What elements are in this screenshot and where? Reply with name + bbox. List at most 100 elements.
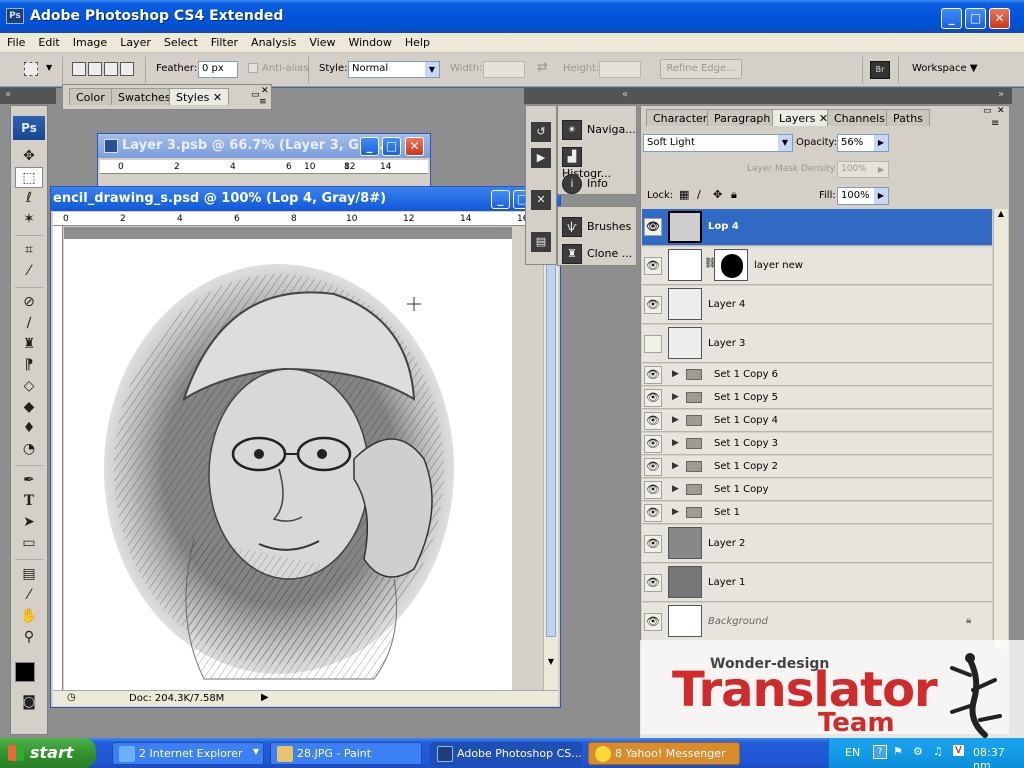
taskbar-photoshop[interactable]: Adobe Photoshop CS... [430,742,582,765]
layer-group-set-1-copy-2[interactable]: 👁︎ ▶ Set 1 Copy 2 [642,456,992,478]
layer-group-set-1-copy-3[interactable]: 👁︎ ▶ Set 1 Copy 3 [642,433,992,455]
layer-name[interactable]: Set 1 Copy 5 [714,392,778,403]
minimize-button[interactable]: _ [941,8,962,29]
preset-dropdown-icon[interactable]: ▼ [46,63,52,72]
eraser-tool-icon[interactable]: ◇ [11,376,47,397]
visibility-eye-icon[interactable]: 👁︎ [644,389,662,407]
blend-mode-select[interactable]: Soft Light ▼ [643,134,793,152]
quick-mask-icon[interactable]: ◙ [11,692,47,713]
intersect-selection-icon[interactable] [120,62,134,76]
history-brush-tool-icon[interactable]: ⁋ [11,355,47,376]
layers-scrollbar[interactable]: ▲ [993,209,1008,649]
layer-name[interactable]: Set 1 [714,507,740,518]
layer-group-set-1[interactable]: 👁︎ ▶ Set 1 [642,502,992,524]
scroll-thumb[interactable] [546,237,556,637]
layer-name[interactable]: Layer 4 [708,299,745,310]
menu-help[interactable]: Help [398,33,436,49]
tab-channels[interactable]: Channels [827,109,892,126]
scroll-down-icon[interactable]: ▼ [545,657,557,671]
expand-icon[interactable]: » [998,89,1004,100]
layer-row-lop-4[interactable]: 👁︎ Lop 4 [642,209,992,246]
pen-tool-icon[interactable]: ✒ [11,470,47,491]
visibility-eye-icon[interactable]: 👁︎ [644,574,662,592]
healing-brush-tool-icon[interactable]: ⊘ [11,292,47,313]
menu-file[interactable]: File [0,33,31,49]
vertical-scrollbar[interactable]: ▼ [543,227,558,691]
expand-icon[interactable]: » [5,89,11,100]
style-select[interactable]: Normal ▼ [348,61,440,78]
layer-name[interactable]: Layer 2 [708,538,745,549]
tab-character[interactable]: Character [646,109,715,126]
actions-icon[interactable]: ▶ [531,148,551,168]
help-icon[interactable]: ? [873,745,887,759]
tab-paths[interactable]: Paths [886,109,930,126]
opacity-slider-arrow-icon[interactable]: ▶ [874,135,888,151]
menu-view[interactable]: View [302,33,341,49]
layer-name[interactable]: Set 1 Copy [714,484,769,495]
visibility-eye-icon[interactable]: 👁︎ [644,335,662,353]
layer-name[interactable]: Layer 1 [708,577,745,588]
lock-position-icon[interactable]: ✥ [713,188,722,201]
menu-edit[interactable]: Edit [31,33,65,49]
doc-close-button[interactable]: ✕ [405,137,424,156]
expand-group-icon[interactable]: ▶ [672,415,679,425]
mask-density-arrow-icon[interactable]: ▶ [874,162,888,177]
visibility-eye-icon[interactable]: 👁︎ [644,218,662,236]
layer-name[interactable]: Background [708,616,768,627]
dock-clone-source[interactable]: ♜ Clone ... [562,244,632,268]
history-icon[interactable]: ↺ [531,122,551,142]
bridge-icon[interactable]: Br [870,61,890,79]
lock-all-icon[interactable]: 🔒︎ [731,188,737,202]
tab-color[interactable]: Color [69,88,112,105]
height-input[interactable] [599,61,641,78]
expand-group-icon[interactable]: ▶ [672,369,679,379]
menu-layer[interactable]: Layer [113,33,157,49]
taskbar-yahoo-messenger[interactable]: 8 Yahoo! Messenger [588,742,740,765]
layer-comps-icon[interactable]: ▤ [531,232,551,252]
tool-presets-icon[interactable]: ✕ [531,190,551,210]
status-menu-icon[interactable]: ◷ [67,692,76,703]
notes-tool-icon[interactable]: ▤ [11,564,47,585]
marquee-tool-icon[interactable]: ⬚ [15,167,43,188]
magic-wand-tool-icon[interactable]: ✶ [11,209,47,230]
expand-group-icon[interactable]: ▶ [672,461,679,471]
menu-select[interactable]: Select [157,33,204,49]
opacity-input[interactable]: 56% ▶ [837,134,889,152]
crop-tool-icon[interactable]: ⌗ [11,240,47,261]
fill-input[interactable]: 100% ▶ [837,187,889,205]
maximize-button[interactable]: □ [965,8,986,29]
layer-name[interactable]: Lop 4 [708,221,739,232]
visibility-eye-icon[interactable]: 👁︎ [644,412,662,430]
brush-tool-icon[interactable]: ∕ [11,313,47,334]
close-icon[interactable]: ✕ [997,106,1005,116]
pencil-sketch-canvas[interactable] [64,239,512,691]
menu-filter[interactable]: Filter [204,33,244,49]
tab-styles[interactable]: Styles ✕ [169,88,230,105]
clone-stamp-tool-icon[interactable]: ♜ [11,334,47,355]
dodge-tool-icon[interactable]: ◔ [11,439,47,460]
color-swatches[interactable] [11,648,47,690]
feather-input[interactable]: 0 px [198,61,238,78]
document-window-pencil-drawing[interactable]: encil_drawing_s.psd @ 100% (Lop 4, Gray/… [50,186,561,708]
layer-group-set-1-copy-6[interactable]: 👁︎ ▶ Set 1 Copy 6 [642,364,992,386]
visibility-eye-icon[interactable]: 👁︎ [644,296,662,314]
expand-group-icon[interactable]: ▶ [672,484,679,494]
layer-group-set-1-copy-4[interactable]: 👁︎ ▶ Set 1 Copy 4 [642,410,992,432]
lasso-tool-icon[interactable]: ℓ [11,188,47,209]
shape-tool-icon[interactable]: ▭ [11,533,47,554]
visibility-eye-icon[interactable]: 👁︎ [644,504,662,522]
tray-network-icon[interactable]: ⚙ [913,745,923,758]
antialias-checkbox[interactable] [248,63,258,73]
layer-name[interactable]: Layer 3 [708,338,745,349]
panel-menu-icon[interactable]: ≡ [259,97,267,107]
fill-slider-arrow-icon[interactable]: ▶ [874,188,888,204]
start-button[interactable]: start [0,738,96,768]
language-indicator[interactable]: EN [845,746,860,759]
layer-group-set-1-copy-5[interactable]: 👁︎ ▶ Set 1 Copy 5 [642,387,992,409]
layer-row-layer-1[interactable]: 👁︎ Layer 1 [642,564,992,602]
dock-info[interactable]: i Info [562,174,608,198]
menu-image[interactable]: Image [66,33,113,49]
layer-row-layer-3[interactable]: 👁︎ Layer 3 [642,325,992,363]
workspace-menu[interactable]: Workspace ▼ [912,63,978,74]
blur-tool-icon[interactable]: ♦ [11,418,47,439]
